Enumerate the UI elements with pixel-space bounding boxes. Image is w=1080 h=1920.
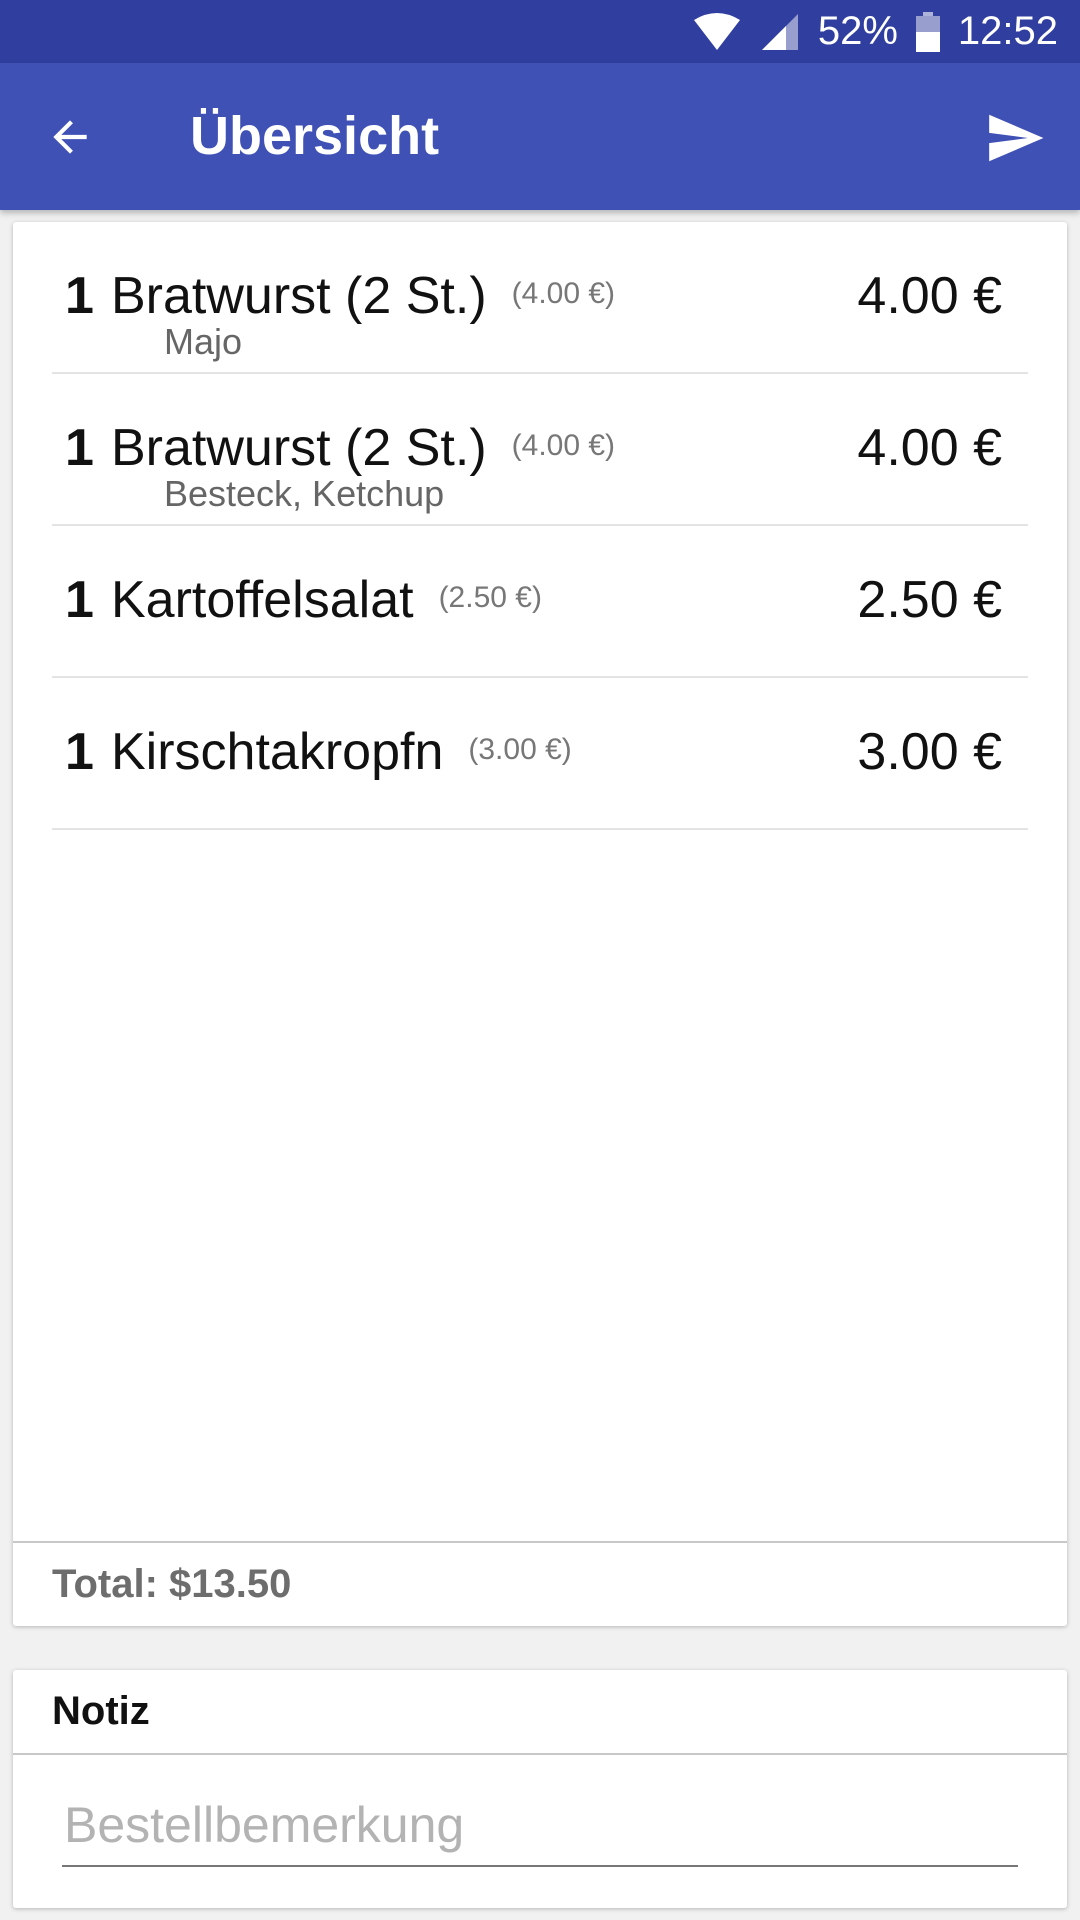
- battery-percent: 52%: [817, 9, 898, 53]
- clock: 12:52: [957, 9, 1058, 53]
- back-button[interactable]: [40, 107, 100, 167]
- order-item[interactable]: 1 Bratwurst (2 St.) (4.00 €) Majo 4.00 €: [52, 222, 1028, 374]
- item-total: 4.00 €: [857, 419, 1002, 477]
- item-quantity: 1: [65, 723, 94, 781]
- item-extras: Besteck, Ketchup: [164, 473, 445, 514]
- item-total: 3.00 €: [857, 723, 1002, 781]
- page-title: Übersicht: [190, 106, 440, 166]
- item-extras: Majo: [164, 321, 243, 362]
- item-name: Bratwurst (2 St.): [111, 267, 487, 325]
- item-quantity: 1: [65, 419, 94, 477]
- order-item[interactable]: 1 Bratwurst (2 St.) (4.00 €) Besteck, Ke…: [52, 374, 1028, 526]
- order-card: 1 Bratwurst (2 St.) (4.00 €) Majo 4.00 €…: [13, 222, 1067, 1626]
- battery-icon: [915, 11, 940, 52]
- order-total: Total: $13.50: [13, 1541, 1067, 1626]
- order-note-input[interactable]: [62, 1785, 1018, 1867]
- item-unit-price: (2.50 €): [438, 581, 542, 614]
- app-bar: Übersicht: [0, 63, 1080, 210]
- note-title: Notiz: [52, 1689, 150, 1733]
- status-bar: 52% 12:52: [0, 0, 1080, 63]
- item-quantity: 1: [65, 571, 94, 629]
- item-unit-price: (4.00 €): [511, 429, 616, 462]
- item-name: Bratwurst (2 St.): [111, 419, 487, 477]
- note-card: Notiz: [13, 1670, 1067, 1908]
- item-total: 2.50 €: [857, 571, 1002, 629]
- send-button[interactable]: [980, 103, 1050, 173]
- order-list: 1 Bratwurst (2 St.) (4.00 €) Majo 4.00 €…: [52, 222, 1028, 830]
- item-quantity: 1: [65, 267, 94, 325]
- arrow-back-icon: [53, 120, 87, 154]
- item-total: 4.00 €: [857, 267, 1002, 325]
- item-name: Kartoffelsalat: [111, 571, 414, 629]
- item-name: Kirschtakropfn: [111, 723, 444, 781]
- order-item[interactable]: 1 Kirschtakropfn (3.00 €) 3.00 €: [52, 678, 1028, 830]
- total-label: Total: $13.50: [52, 1562, 292, 1606]
- signal-icon: [760, 12, 800, 52]
- order-item[interactable]: 1 Kartoffelsalat (2.50 €) 2.50 €: [52, 526, 1028, 678]
- divider: [13, 1753, 1067, 1755]
- item-unit-price: (3.00 €): [468, 733, 572, 766]
- send-icon: [989, 114, 1044, 162]
- wifi-icon: [692, 12, 742, 52]
- item-unit-price: (4.00 €): [511, 277, 616, 310]
